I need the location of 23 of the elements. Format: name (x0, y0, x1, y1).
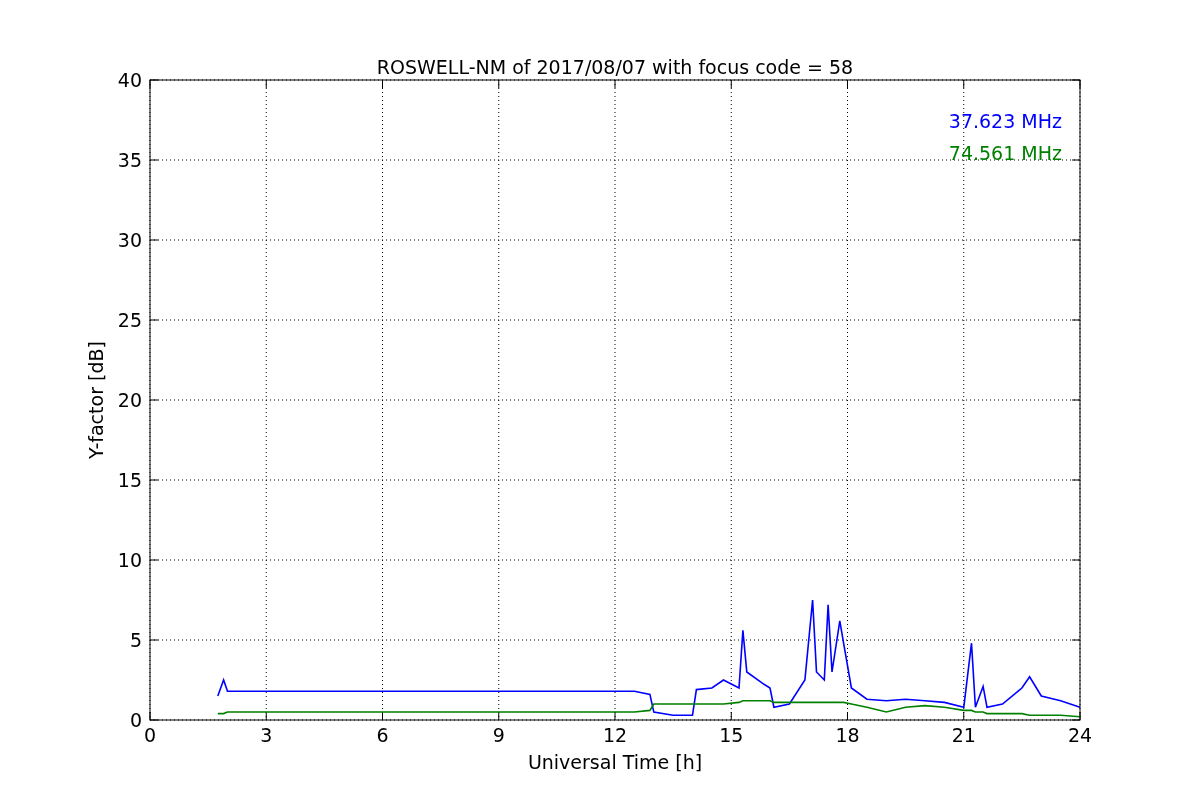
x-tick-label: 3 (260, 724, 273, 746)
y-tick-label: 35 (117, 149, 142, 171)
x-axis-label: Universal Time [h] (527, 751, 703, 773)
x-tick-label: 0 (143, 724, 157, 746)
x-tick-label: 18 (835, 724, 860, 746)
y-tick-label: 30 (117, 229, 142, 251)
y-tick-label: 0 (129, 709, 142, 731)
x-tick-label: 12 (602, 724, 628, 746)
x-tick-label: 21 (951, 724, 976, 746)
y-axis-label: Y-factor [dB] (85, 341, 107, 459)
y-tick-label: 25 (117, 309, 142, 331)
chart-title: ROSWELL-NM of 2017/08/07 with focus code = 58 (376, 56, 854, 78)
y-tick-label: 15 (117, 469, 142, 491)
x-tick-label: 6 (376, 724, 389, 746)
y-tick-label: 40 (117, 69, 142, 91)
y-tick-label: 5 (129, 629, 142, 651)
x-tick-label: 15 (719, 724, 744, 746)
y-tick-label: 10 (117, 549, 142, 571)
y-tick-label: 20 (117, 389, 142, 411)
x-tick-label: 24 (1067, 724, 1093, 746)
legend-label: 37.623 MHz (948, 110, 1062, 132)
x-tick-label: 9 (492, 724, 505, 746)
legend-label: 74.561 MHz (948, 142, 1062, 164)
